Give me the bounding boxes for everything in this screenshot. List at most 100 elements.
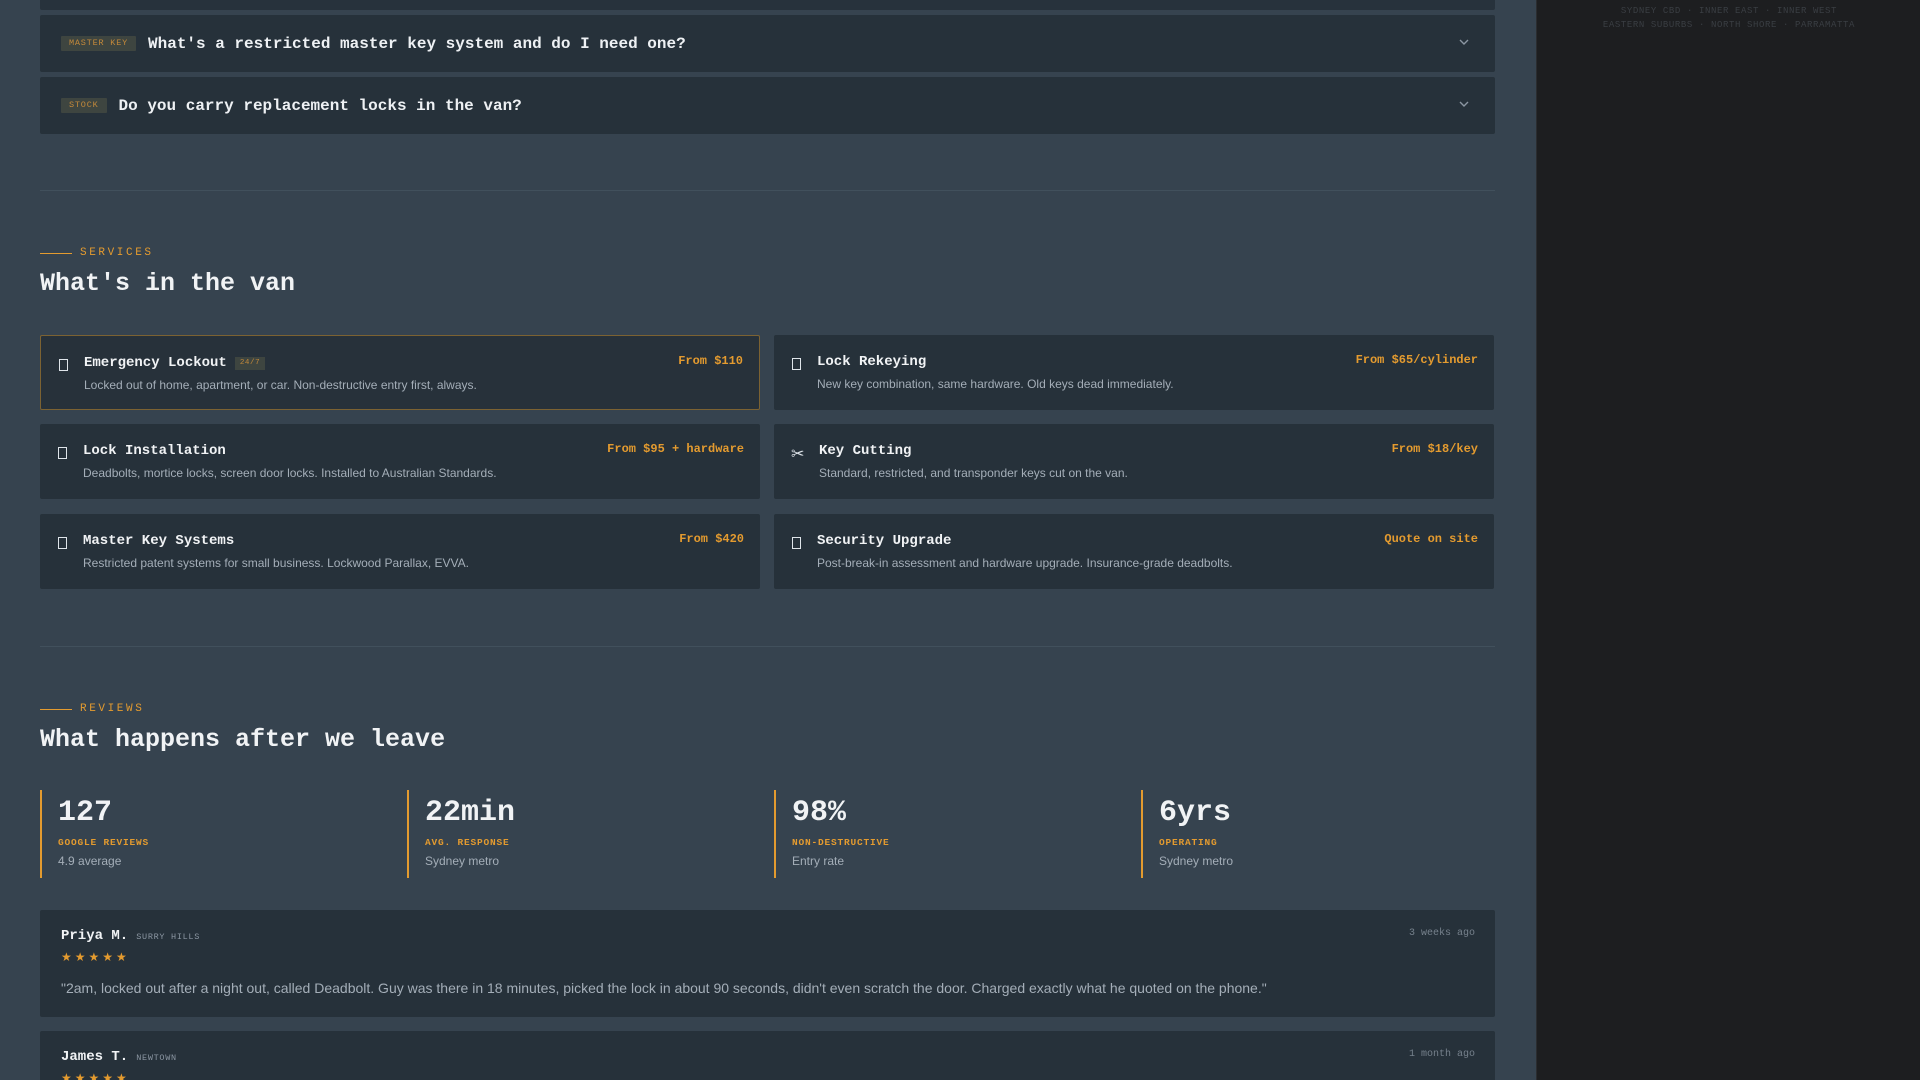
service-description: Restricted patent systems for small busi… [83, 556, 469, 570]
eyebrow-rule [40, 252, 72, 254]
stat-value: 22min [425, 796, 516, 830]
eyebrow-label: SERVICES [80, 247, 154, 259]
reviewer: James T. NEWTOWN [61, 1049, 177, 1065]
service-title-text: Emergency Lockout [84, 355, 227, 371]
service-description: Deadbolts, mortice locks, screen door lo… [83, 466, 497, 480]
service-title-text: Lock Rekeying [817, 354, 927, 370]
service-title: Emergency Lockout 24/7 [84, 355, 266, 371]
star-rating-icon: ★★★★★ [61, 1071, 130, 1080]
service-title-text: Lock Installation [83, 443, 226, 459]
eyebrow-label: REVIEWS [80, 703, 145, 715]
section-divider [40, 190, 1495, 191]
stat-value: 127 [58, 796, 113, 830]
reviews-eyebrow: REVIEWS [40, 703, 144, 715]
stat-non-destructive: 98% NON-DESTRUCTIVE Entry rate [774, 790, 1136, 878]
service-title: Master Key Systems [83, 533, 234, 549]
stat-sub: 4.9 average [58, 854, 122, 868]
faq-item[interactable]: STOCK Do you carry replacement locks in … [40, 77, 1495, 134]
service-card-security-upgrade[interactable]: Security Upgrade Post-break-in assessmen… [774, 514, 1494, 589]
lock-icon [58, 536, 70, 550]
area-label: INNER WEST [1777, 6, 1838, 16]
sidebar-panel: SYDNEY CBD · INNER EAST · INNER WEST EAS… [1536, 0, 1920, 1080]
stat-label: OPERATING [1159, 837, 1218, 848]
review-text: "2am, locked out after a night out, call… [61, 980, 1267, 996]
stat-avg-response: 22min AVG. RESPONSE Sydney metro [407, 790, 769, 878]
stat-google-reviews: 127 GOOGLE REVIEWS 4.9 average [40, 790, 402, 878]
main-content: MASTER KEY What's a restricted master ke… [0, 0, 1536, 1080]
chevron-down-icon[interactable] [1457, 35, 1471, 49]
service-title: Lock Rekeying [817, 354, 926, 370]
faq-item[interactable]: MASTER KEY What's a restricted master ke… [40, 15, 1495, 72]
section-divider [40, 646, 1495, 647]
area-separator: · [1765, 6, 1772, 16]
service-title-text: Master Key Systems [83, 533, 235, 549]
area-separator: · [1686, 6, 1693, 16]
area-label: SYDNEY CBD [1620, 6, 1681, 16]
reviewer-suburb: NEWTOWN [136, 1053, 177, 1063]
reviews-heading: What happens after we leave [40, 725, 446, 754]
service-areas-row: SYDNEY CBD · INNER EAST · INNER WEST [1537, 4, 1920, 18]
service-title-text: Key Cutting [819, 443, 912, 459]
service-card-emergency-lockout[interactable]: Emergency Lockout 24/7 Locked out of hom… [40, 335, 760, 410]
star-rating-icon: ★★★★★ [61, 950, 130, 964]
service-areas-row: EASTERN SUBURBS · NORTH SHORE · PARRAMAT… [1537, 18, 1920, 32]
chevron-down-icon[interactable] [1457, 97, 1471, 111]
stat-label: NON-DESTRUCTIVE [792, 837, 890, 848]
review-card: James T. NEWTOWN 1 month ago ★★★★★ [40, 1031, 1495, 1080]
service-price: From $110 [678, 354, 743, 368]
stat-operating: 6yrs OPERATING Sydney metro [1141, 790, 1503, 878]
service-title: Security Upgrade [817, 533, 951, 549]
service-description: Locked out of home, apartment, or car. N… [84, 378, 477, 392]
reviewer-name: Priya M. [61, 928, 129, 944]
stat-label: AVG. RESPONSE [425, 837, 510, 848]
area-label: NORTH SHORE [1710, 20, 1777, 30]
faq-question: Do you carry replacement locks in the va… [118, 96, 522, 115]
service-card-lock-installation[interactable]: Lock Installation Deadbolts, mortice loc… [40, 424, 760, 499]
stat-sub: Sydney metro [1159, 854, 1234, 868]
eyebrow-rule [40, 708, 72, 710]
lock-icon [792, 536, 804, 550]
service-card-master-key-systems[interactable]: Master Key Systems Restricted patent sys… [40, 514, 760, 589]
area-label: PARRAMATTA [1795, 20, 1856, 30]
area-label: EASTERN SUBURBS [1602, 20, 1693, 30]
area-label: INNER EAST [1698, 6, 1759, 16]
service-title: Lock Installation [83, 443, 226, 459]
service-price: Quote on site [1384, 532, 1478, 546]
service-description: Post-break-in assessment and hardware up… [817, 556, 1233, 570]
area-separator: · [1783, 20, 1790, 30]
scissors-icon: ✂ [791, 446, 805, 463]
services-eyebrow: SERVICES [40, 247, 154, 259]
service-card-key-cutting[interactable]: ✂ Key Cutting Standard, restricted, and … [774, 424, 1494, 499]
service-price: From $95 + hardware [607, 442, 744, 456]
service-card-lock-rekeying[interactable]: Lock Rekeying New key combination, same … [774, 335, 1494, 410]
lock-icon [58, 446, 70, 460]
stat-sub: Entry rate [792, 854, 845, 868]
stat-value: 98% [792, 796, 847, 830]
reviewer-suburb: SURRY HILLS [136, 932, 201, 942]
services-heading: What's in the van [40, 269, 296, 298]
service-areas: SYDNEY CBD · INNER EAST · INNER WEST EAS… [1537, 4, 1920, 32]
faq-tag: STOCK [61, 98, 107, 113]
service-price: From $65/cylinder [1355, 353, 1478, 367]
service-badge: 24/7 [234, 356, 266, 370]
faq-tag: MASTER KEY [61, 36, 137, 51]
service-description: New key combination, same hardware. Old … [817, 377, 1174, 391]
lock-icon [792, 357, 804, 371]
review-time: 1 month ago [1408, 1049, 1475, 1060]
review-card: Priya M. SURRY HILLS 3 weeks ago ★★★★★ "… [40, 910, 1495, 1017]
stat-label: GOOGLE REVIEWS [58, 837, 150, 848]
service-price: From $420 [679, 532, 744, 546]
service-title-text: Security Upgrade [817, 533, 952, 549]
faq-question: What's a restricted master key system an… [148, 34, 686, 53]
reviewer: Priya M. SURRY HILLS [61, 928, 200, 944]
service-description: Standard, restricted, and transponder ke… [819, 466, 1128, 480]
review-time: 3 weeks ago [1408, 928, 1475, 939]
stat-value: 6yrs [1159, 796, 1232, 830]
stat-sub: Sydney metro [425, 854, 500, 868]
service-title: Key Cutting [819, 443, 911, 459]
reviewer-name: James T. [61, 1049, 129, 1065]
lock-icon [59, 358, 71, 372]
area-separator: · [1698, 20, 1705, 30]
faq-item-partial[interactable] [40, 0, 1495, 10]
service-price: From $18/key [1391, 442, 1478, 456]
